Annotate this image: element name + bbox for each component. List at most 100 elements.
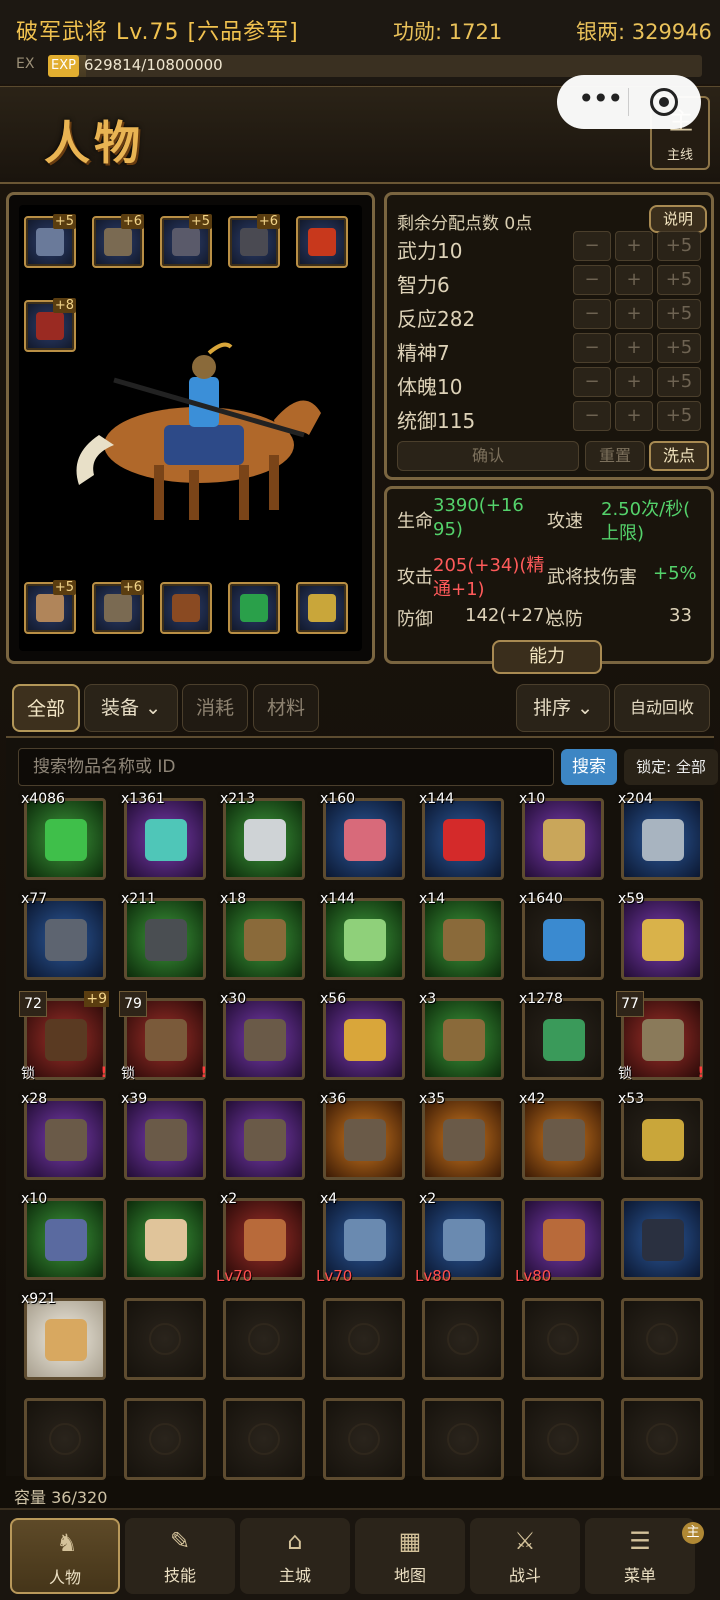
inventory-item[interactable]: x3	[419, 991, 504, 1080]
inventory-item[interactable]: x36	[320, 1091, 405, 1180]
inventory-item[interactable]: x213	[220, 791, 305, 880]
lock-filter-button[interactable]: 锁定: 全部	[624, 749, 718, 785]
inventory-item[interactable]: x28	[21, 1091, 106, 1180]
nav-skills[interactable]: ✎ 技能	[125, 1518, 235, 1594]
inventory-item[interactable]: x921	[21, 1291, 106, 1380]
stat-plus5-button[interactable]: +5	[657, 333, 701, 363]
stat-plus-button[interactable]: +	[615, 299, 653, 329]
tab-all[interactable]: 全部	[12, 684, 80, 732]
inventory-item[interactable]: x160	[320, 791, 405, 880]
equipment-slot[interactable]: +5	[24, 580, 76, 634]
inventory-item[interactable]: x30	[220, 991, 305, 1080]
nav-main-city[interactable]: ⌂ 主城	[240, 1518, 350, 1594]
equipment-slot[interactable]: +8	[24, 298, 76, 352]
equipment-slot[interactable]	[296, 216, 348, 268]
item-count: x2	[419, 1191, 437, 1207]
inventory-item[interactable]: x77	[21, 891, 106, 980]
stat-minus-button[interactable]: −	[573, 299, 611, 329]
stat-plus-button[interactable]: +	[615, 333, 653, 363]
stat-plus5-button[interactable]: +5	[657, 401, 701, 431]
nav-menu[interactable]: ☰ 菜单	[585, 1518, 695, 1594]
inventory-item[interactable]: x144	[419, 791, 504, 880]
stat-plus5-button[interactable]: +5	[657, 299, 701, 329]
equipment-slot[interactable]: +5	[160, 214, 212, 268]
equipment-slot[interactable]: +6	[92, 214, 144, 268]
inventory-item[interactable]	[223, 1098, 305, 1180]
stat-minus-button[interactable]: −	[573, 333, 611, 363]
inventory-item[interactable]: 72 +9 锁!	[19, 991, 109, 1082]
search-button[interactable]: 搜索	[561, 749, 617, 785]
inventory-item[interactable]: x10	[519, 791, 604, 880]
equipment-slot[interactable]: +6	[228, 214, 280, 268]
inventory-item[interactable]	[621, 1198, 703, 1280]
inventory-item[interactable]: x42	[519, 1091, 604, 1180]
inventory-item[interactable]: x211	[121, 891, 206, 980]
inventory-item[interactable]: x53	[618, 1091, 703, 1180]
tab-materials[interactable]: 材料	[253, 684, 319, 732]
inventory-item[interactable]: x35	[419, 1091, 504, 1180]
nav-battle[interactable]: ⚔ 战斗	[470, 1518, 580, 1594]
stat-name: 体魄10	[397, 375, 463, 399]
inventory-item[interactable]: 79 锁!	[119, 991, 207, 1082]
hp-value: 3390(+16	[433, 495, 524, 516]
inventory-item[interactable]	[124, 1198, 206, 1280]
inventory-item[interactable]: x59	[618, 891, 703, 980]
confirm-button[interactable]: 确认	[397, 441, 579, 471]
nav-character[interactable]: ♞ 人物	[10, 1518, 120, 1594]
item-icon	[145, 919, 187, 961]
more-options-icon[interactable]: •••	[578, 85, 624, 115]
stat-plus-button[interactable]: +	[615, 265, 653, 295]
inventory-item[interactable]: x1640	[519, 891, 604, 980]
ability-button[interactable]: 能力	[492, 640, 602, 674]
close-icon[interactable]	[650, 88, 678, 116]
item-icon	[443, 919, 485, 961]
nav-map[interactable]: ▦ 地图	[355, 1518, 465, 1594]
tab-equipment[interactable]: 装备 ⌄	[84, 684, 178, 732]
equipment-slot[interactable]	[296, 582, 348, 634]
enhance-level: +5	[52, 580, 76, 595]
equipment-slot[interactable]	[160, 582, 212, 634]
stat-minus-button[interactable]: −	[573, 231, 611, 261]
inventory-item[interactable]: x2 Lv70	[216, 1191, 305, 1285]
inventory-item[interactable]: x39	[121, 1091, 206, 1180]
inventory-item[interactable]: x1361	[121, 791, 206, 880]
inventory-item[interactable]: Lv80	[515, 1198, 604, 1285]
merit-counter: 功勋: 1721	[393, 20, 503, 44]
equipment-slot[interactable]: +5	[24, 214, 76, 268]
inventory-empty-slot	[223, 1398, 305, 1480]
inventory-item[interactable]: x1278	[519, 991, 604, 1080]
stat-plus-button[interactable]: +	[615, 367, 653, 397]
inventory-item[interactable]: x10	[21, 1191, 106, 1280]
stat-minus-button[interactable]: −	[573, 401, 611, 431]
stat-plus5-button[interactable]: +5	[657, 265, 701, 295]
inventory-item[interactable]: x2 Lv80	[415, 1191, 504, 1285]
auto-recycle-button[interactable]: 自动回收	[614, 684, 710, 732]
stat-plus5-button[interactable]: +5	[657, 367, 701, 397]
equipment-slot[interactable]	[228, 582, 280, 634]
inventory-item[interactable]: x144	[320, 891, 405, 980]
search-input[interactable]	[19, 749, 553, 785]
stat-name: 统御115	[397, 409, 476, 433]
inventory-item[interactable]: x4 Lv70	[316, 1191, 405, 1285]
equipment-slot[interactable]: +6	[92, 580, 144, 634]
stat-plus-button[interactable]: +	[615, 401, 653, 431]
stat-minus-button[interactable]: −	[573, 367, 611, 397]
inventory-item[interactable]: 77 锁!	[616, 991, 704, 1082]
stat-minus-button[interactable]: −	[573, 265, 611, 295]
speed-value: 2.50次/秒(	[601, 499, 691, 520]
explain-button[interactable]: 说明	[649, 205, 707, 233]
inventory-item[interactable]: x4086	[21, 791, 106, 880]
inventory-item[interactable]: x204	[618, 791, 703, 880]
nav-label: 人物	[48, 1568, 81, 1587]
stat-plus5-button[interactable]: +5	[657, 231, 701, 261]
reset-button[interactable]: 重置	[585, 441, 645, 471]
nav-label: 技能	[163, 1566, 196, 1585]
sort-dropdown[interactable]: 排序 ⌄	[516, 684, 610, 732]
wash-points-button[interactable]: 洗点	[649, 441, 709, 471]
inventory-item[interactable]: x14	[419, 891, 504, 980]
stat-plus-button[interactable]: +	[615, 231, 653, 261]
inventory-item[interactable]: x18	[220, 891, 305, 980]
inventory-item[interactable]: x56	[320, 991, 405, 1080]
tab-consumables[interactable]: 消耗	[182, 684, 248, 732]
empty-slot-emblem-icon	[149, 1323, 181, 1355]
